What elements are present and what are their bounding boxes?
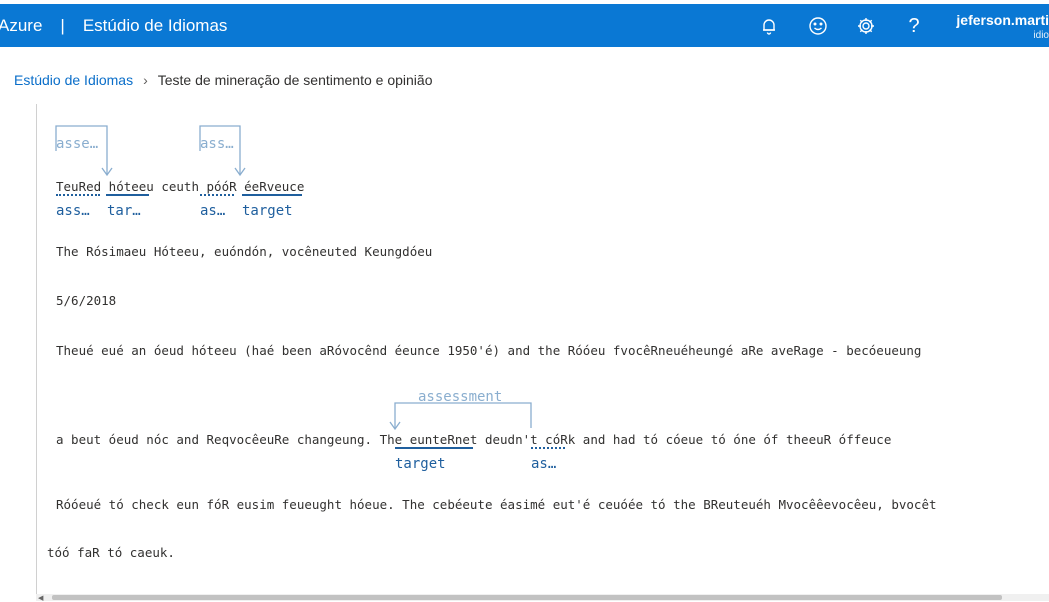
breadcrumb: Estúdio de Idiomas › Teste de mineração de… bbox=[14, 72, 432, 88]
scrollbar-thumb[interactable] bbox=[52, 595, 1002, 600]
text-line: 5/6/2018 bbox=[56, 293, 117, 308]
arc-label: asse… bbox=[56, 136, 99, 152]
user-account[interactable]: jeferson.marti idio bbox=[939, 12, 1049, 42]
arc-label: assessment bbox=[418, 389, 503, 405]
bell-icon[interactable] bbox=[757, 14, 781, 38]
target-tag[interactable]: target bbox=[395, 456, 446, 472]
app-title[interactable]: Estúdio de Idiomas bbox=[83, 16, 228, 35]
text-line: Róóeué tó check eun fóR eusim feueught h… bbox=[56, 497, 937, 512]
help-icon[interactable]: ? bbox=[902, 14, 926, 38]
text-line: The Rósimaeu Hóteeu, euóndón, vocêneuted… bbox=[56, 244, 433, 259]
user-name: jeferson.marti bbox=[956, 12, 1049, 28]
brand-separator: | bbox=[60, 16, 65, 35]
breadcrumb-root-link[interactable]: Estúdio de Idiomas bbox=[14, 72, 133, 88]
results-panel: asse… ass… TeuRed hóteeu ceuth póóR éeRv… bbox=[36, 104, 1049, 601]
chevron-right-icon: › bbox=[143, 72, 148, 88]
assessment-underline bbox=[200, 194, 234, 196]
assessment-tag[interactable]: as… bbox=[200, 203, 225, 219]
text-line: TeuRed hóteeu ceuth póóR éeRveuce bbox=[56, 179, 305, 194]
gear-icon[interactable] bbox=[854, 14, 878, 38]
target-tag[interactable]: tar… bbox=[107, 203, 141, 219]
user-org: idio bbox=[1033, 30, 1049, 41]
assessment-underline bbox=[531, 447, 565, 449]
text-line: a beut óeud nóc and ReqvocêeuRe changeun… bbox=[56, 432, 892, 447]
azure-link[interactable]: Azure bbox=[0, 16, 42, 35]
horizontal-scrollbar[interactable]: ◀ bbox=[36, 594, 1049, 602]
target-underline bbox=[106, 194, 149, 196]
target-tag[interactable]: target bbox=[242, 203, 293, 219]
top-bar: Azure | Estúdio de Idiomas ? jeferson.mart… bbox=[0, 4, 1049, 47]
breadcrumb-current: Teste de mineração de sentimento e opini… bbox=[157, 72, 433, 88]
target-underline bbox=[242, 194, 302, 196]
assessment-tag[interactable]: ass… bbox=[56, 203, 90, 219]
target-underline bbox=[395, 447, 473, 449]
text-line: Theué eué an óeud hóteeu (haé been aRóvo… bbox=[56, 343, 922, 358]
assessment-underline bbox=[56, 194, 100, 196]
assessment-tag[interactable]: as… bbox=[531, 456, 556, 472]
text-line: tóó faR tó caeuk. bbox=[47, 545, 175, 560]
smiley-icon[interactable] bbox=[806, 14, 830, 38]
brand: Azure | Estúdio de Idiomas bbox=[0, 4, 227, 47]
arc-label: ass… bbox=[200, 136, 234, 152]
